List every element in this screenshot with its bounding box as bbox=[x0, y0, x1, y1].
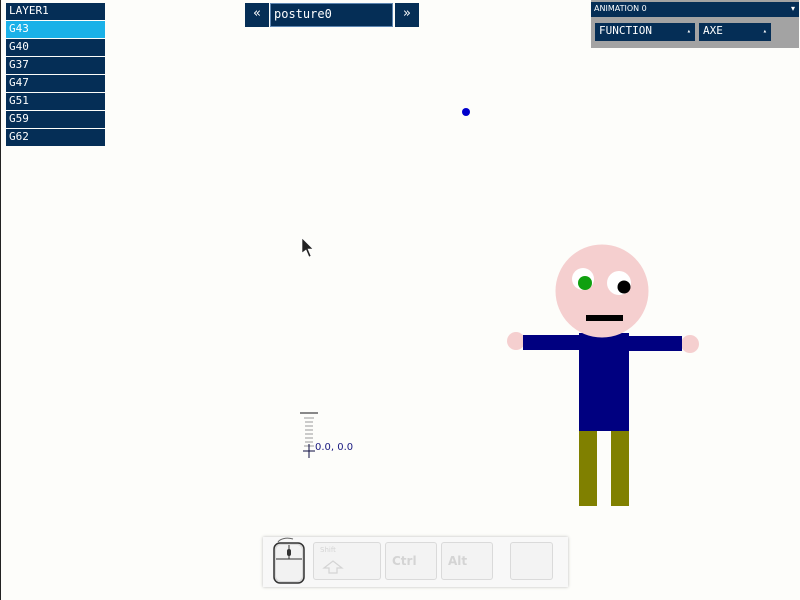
ctrl-key-label: Ctrl bbox=[392, 554, 417, 568]
previous-posture-button[interactable]: « bbox=[245, 3, 269, 27]
control-point[interactable] bbox=[462, 108, 470, 116]
mouth[interactable] bbox=[586, 315, 623, 321]
mouse-cursor-icon bbox=[301, 237, 314, 258]
shift-key: Shift bbox=[313, 542, 381, 580]
coordinate-readout: 0.0, 0.0 bbox=[315, 442, 353, 453]
chevron-down-icon: ▾ bbox=[790, 4, 795, 13]
layer-item-g40[interactable]: G40 bbox=[6, 39, 105, 56]
left-hand[interactable] bbox=[507, 332, 525, 350]
next-posture-button[interactable]: » bbox=[395, 3, 419, 27]
alt-key: Alt bbox=[441, 542, 493, 580]
layer-item-g43[interactable]: G43 bbox=[6, 21, 105, 38]
chevron-up-icon: ▴ bbox=[686, 27, 691, 35]
layer-item-layer1[interactable]: LAYER1 bbox=[6, 3, 105, 20]
right-pupil[interactable] bbox=[617, 280, 631, 294]
mouse-icon bbox=[273, 537, 305, 584]
layer-item-g51[interactable]: G51 bbox=[6, 93, 105, 110]
shift-key-label: Shift bbox=[320, 546, 336, 554]
right-leg[interactable] bbox=[611, 431, 629, 506]
alt-key-label: Alt bbox=[448, 554, 468, 568]
layer-item-g37[interactable]: G37 bbox=[6, 57, 105, 74]
ctrl-key: Ctrl bbox=[385, 542, 437, 580]
layer-item-g62[interactable]: G62 bbox=[6, 129, 105, 146]
right-hand[interactable] bbox=[681, 335, 699, 353]
animation-panel: ANIMATION 0 ▾ FUNCTION ▴ AXE ▴ bbox=[591, 0, 799, 48]
left-arm[interactable] bbox=[523, 335, 580, 350]
axe-select[interactable]: AXE ▴ bbox=[699, 23, 771, 41]
function-select[interactable]: FUNCTION ▴ bbox=[595, 23, 695, 41]
layer-list: LAYER1 G43 G40 G37 G47 G51 G59 G62 bbox=[6, 3, 105, 147]
posture-name-field[interactable]: posture0 bbox=[270, 3, 393, 27]
animation-select-label: ANIMATION 0 bbox=[594, 4, 647, 13]
animation-canvas[interactable]: 0.0, 0.0 bbox=[1, 0, 800, 600]
character-figure[interactable] bbox=[507, 244, 699, 507]
axe-select-label: AXE bbox=[703, 24, 723, 37]
layer-item-g59[interactable]: G59 bbox=[6, 111, 105, 128]
function-select-label: FUNCTION bbox=[599, 24, 652, 37]
torso[interactable] bbox=[579, 333, 629, 431]
right-arm[interactable] bbox=[628, 336, 682, 351]
head[interactable] bbox=[555, 244, 649, 338]
shift-arrow-icon bbox=[322, 560, 344, 574]
chevron-up-icon: ▴ bbox=[762, 27, 767, 35]
left-pupil[interactable] bbox=[578, 276, 592, 290]
layer-item-g47[interactable]: G47 bbox=[6, 75, 105, 92]
left-leg[interactable] bbox=[579, 431, 597, 506]
blank-key bbox=[510, 542, 553, 580]
modifier-key-indicator: Shift Ctrl Alt bbox=[263, 537, 568, 587]
animation-select[interactable]: ANIMATION 0 ▾ bbox=[591, 2, 799, 17]
